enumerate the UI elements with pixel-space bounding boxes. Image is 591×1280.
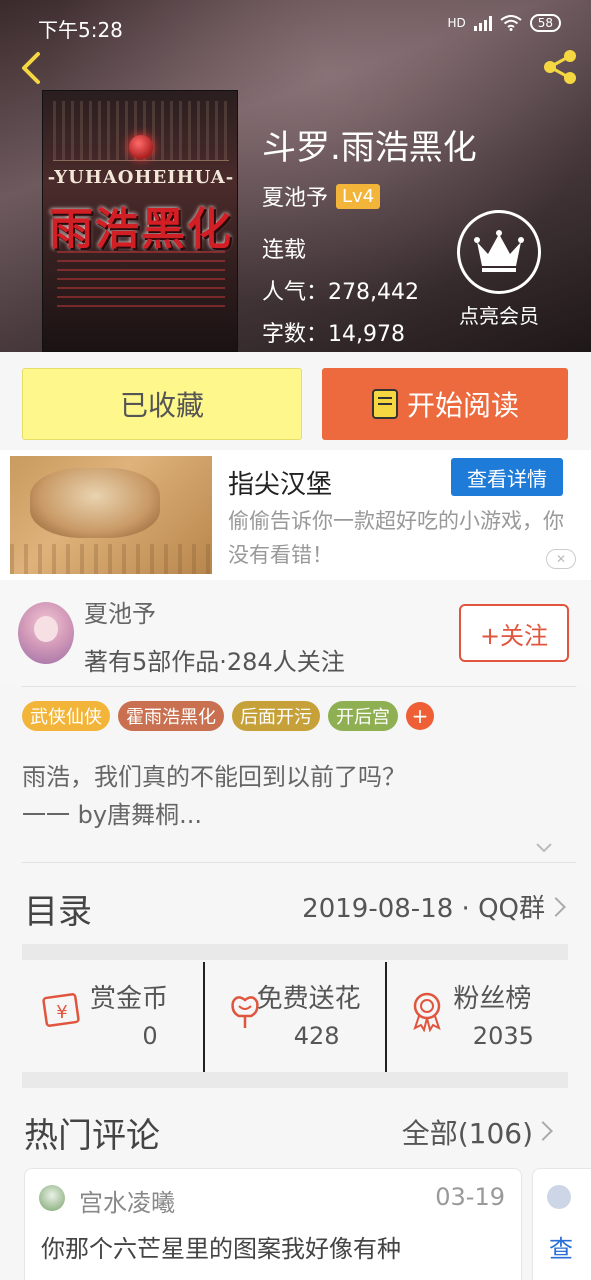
ad-title: 指尖汉堡 <box>228 470 333 500</box>
cover-gem <box>129 135 153 159</box>
cover-text-lines <box>57 251 225 311</box>
divider <box>22 862 576 863</box>
stat-fan-ranking[interactable]: 粉丝榜 2035 <box>385 962 568 1072</box>
ad-banner[interactable]: 指尖汉堡 查看详情 偷偷告诉你一款超好吃的小游戏，你没有看错！ <box>0 450 591 580</box>
stat-label: 免费送花 <box>256 984 361 1014</box>
share-button[interactable] <box>539 46 581 88</box>
stat-value: 0 <box>142 1022 158 1050</box>
book-icon <box>371 389 398 419</box>
chevron-left-icon <box>22 52 40 84</box>
synopsis-line: 雨浩，我们真的不能回到以前了吗？ <box>22 763 406 791</box>
book-title: 斗罗.雨浩黑化 <box>262 128 477 168</box>
catalog-meta: 2019-08-18 · QQ群 <box>302 894 545 924</box>
catalog-title: 目录 <box>24 892 92 932</box>
hot-comments-title: 热门评论 <box>24 1116 160 1156</box>
stat-value: 2035 <box>472 1022 534 1050</box>
comment-user[interactable]: 宫水凌曦 <box>79 1183 175 1218</box>
follow-button[interactable]: +关注 <box>459 604 569 662</box>
synopsis-line: 一一 by唐舞桐... <box>22 801 202 829</box>
ad-detail-button[interactable]: 查看详情 <box>451 458 563 496</box>
stat-reward-coins[interactable]: ¥ 赏金币 0 <box>22 962 203 1072</box>
tag-item[interactable]: 开后宫 <box>328 701 398 731</box>
vip-label: 点亮会员 <box>459 304 539 328</box>
comment-text: 查 <box>549 1235 573 1263</box>
crown-icon <box>457 210 541 294</box>
tag-item[interactable]: 武侠仙侠 <box>22 701 110 731</box>
tag-item[interactable]: 霍雨浩黑化 <box>118 701 224 731</box>
stat-value: 428 <box>293 1022 340 1050</box>
share-icon <box>544 50 576 84</box>
stats-bar: ¥ 赏金币 0 免费送花 428 粉丝榜 2035 <box>22 962 568 1072</box>
author-name[interactable]: 夏池予 <box>262 180 328 212</box>
network-label: HD <box>447 16 466 30</box>
comment-card[interactable]: 查 <box>532 1168 591 1280</box>
svg-text:¥: ¥ <box>56 1002 67 1023</box>
tag-list: 武侠仙侠 霍雨浩黑化 后面开污 开后宫 + <box>22 701 434 731</box>
avatar <box>547 1185 571 1209</box>
start-reading-label: 开始阅读 <box>406 389 519 422</box>
chevron-down-icon[interactable] <box>534 838 554 858</box>
stat-free-flowers[interactable]: 免费送花 428 <box>202 962 386 1072</box>
status-time: 下午5:28 <box>38 18 123 42</box>
ad-description: 偷偷告诉你一款超好吃的小游戏，你没有看错！ <box>228 509 564 567</box>
signal-icon <box>473 15 492 31</box>
vip-button[interactable]: 点亮会员 <box>446 210 552 329</box>
chevron-right-icon <box>546 897 566 917</box>
comment-date: 03-19 <box>435 1183 505 1211</box>
author-card-name: 夏池予 <box>84 600 156 628</box>
start-reading-button[interactable]: 开始阅读 <box>322 368 568 440</box>
cover-subtitle: -YUHAOHEIHUA- <box>47 167 235 188</box>
divider <box>22 686 576 687</box>
ad-close-button[interactable]: ✕ <box>546 549 576 569</box>
status-bar: 下午5:28 HD 58 <box>0 0 591 48</box>
status-icons: HD 58 <box>447 14 561 32</box>
book-popularity: 人气：278,442 <box>262 280 419 305</box>
ad-image[interactable] <box>10 456 212 574</box>
level-badge: Lv4 <box>336 183 381 209</box>
book-cover[interactable]: -YUHAOHEIHUA- 雨浩黑化 <box>42 90 238 352</box>
author-row: 夏池予 Lv4 <box>262 180 381 212</box>
add-tag-button[interactable]: + <box>406 702 434 730</box>
author-card-info: 著有5部作品·284人关注 <box>84 648 345 676</box>
all-comments-link[interactable]: 全部(106) <box>402 1112 533 1152</box>
collected-button[interactable]: 已收藏 <box>22 368 302 440</box>
comment-card[interactable]: 宫水凌曦 03-19 你那个六芒星里的图案我好像有种 <box>24 1168 522 1280</box>
stat-label: 粉丝榜 <box>453 984 532 1014</box>
back-button[interactable] <box>14 48 50 88</box>
cover-title: 雨浩黑化 <box>49 204 233 255</box>
avatar[interactable] <box>39 1185 65 1211</box>
avatar[interactable] <box>18 602 74 664</box>
tag-item[interactable]: 后面开污 <box>232 701 320 731</box>
chevron-right-icon[interactable] <box>533 1121 553 1141</box>
catalog-row[interactable]: 目录 2019-08-18 · QQ群 <box>0 864 591 944</box>
section-separator <box>22 1072 568 1088</box>
book-synopsis[interactable]: 雨浩，我们真的不能回到以前了吗？ 一一 by唐舞桐... <box>22 758 562 834</box>
battery-indicator: 58 <box>529 14 561 32</box>
wifi-icon <box>500 15 522 31</box>
section-separator <box>22 944 568 960</box>
book-word-count: 字数：14,978 <box>262 322 405 347</box>
gold-coin-icon: ¥ <box>42 993 80 1027</box>
book-status: 连载 <box>262 238 307 263</box>
stat-label: 赏金币 <box>90 984 169 1014</box>
comment-text: 你那个六芒星里的图案我好像有种 <box>41 1235 401 1263</box>
